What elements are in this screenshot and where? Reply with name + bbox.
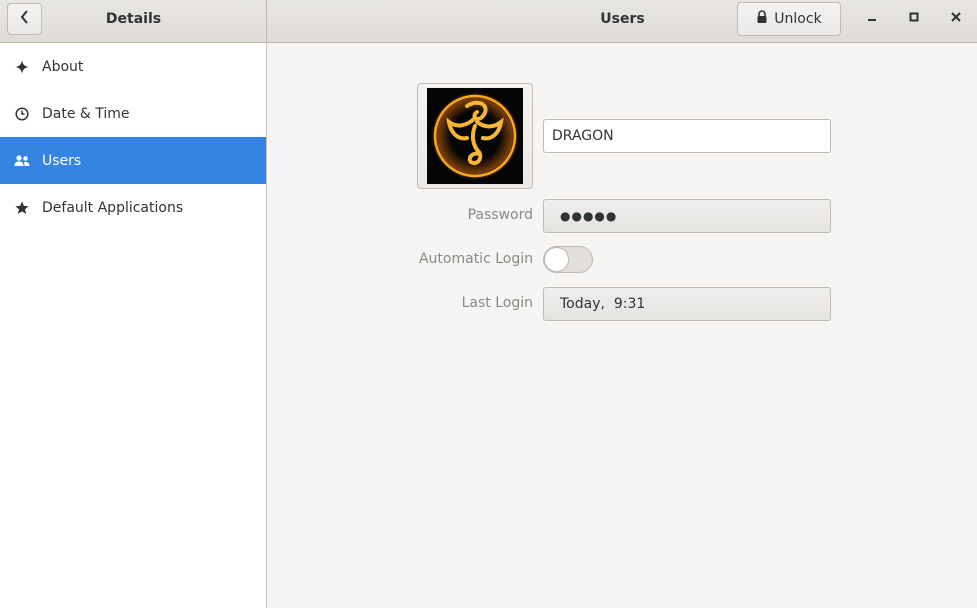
- avatar: [427, 88, 523, 184]
- close-icon: [950, 11, 962, 27]
- last-login-button[interactable]: Today, 9:31: [543, 287, 831, 321]
- dragon-emblem-icon: [427, 88, 523, 184]
- header-bar: Details Users Unlock: [0, 0, 977, 43]
- sidebar-item-date-time[interactable]: Date & Time: [0, 90, 266, 137]
- minimize-button[interactable]: [859, 6, 885, 32]
- last-login-value: Today, 9:31: [560, 296, 646, 312]
- sidebar-item-label: Default Applications: [42, 199, 184, 216]
- clock-icon: [14, 106, 30, 122]
- sidebar-item-about[interactable]: About: [0, 43, 266, 90]
- header-left-pane: Details: [0, 0, 267, 42]
- users-panel: Password ●●●●● Automatic Login Last Logi…: [268, 43, 977, 608]
- toggle-knob: [544, 247, 569, 272]
- automatic-login-label: Automatic Login: [418, 251, 533, 267]
- maximize-button[interactable]: [901, 6, 927, 32]
- unlock-button[interactable]: Unlock: [737, 2, 841, 36]
- close-button[interactable]: [943, 6, 969, 32]
- password-dots: ●●●●●: [560, 209, 618, 223]
- avatar-button[interactable]: [417, 83, 533, 189]
- star-icon: [14, 200, 30, 216]
- chevron-left-icon: [19, 10, 31, 28]
- users-icon: [14, 153, 30, 169]
- sidebar-item-default-applications[interactable]: Default Applications: [0, 184, 266, 231]
- sidebar-item-label: About: [42, 58, 84, 75]
- password-label: Password: [467, 207, 533, 223]
- unlock-label: Unlock: [774, 11, 822, 27]
- maximize-icon: [908, 11, 920, 27]
- lock-icon: [756, 10, 768, 28]
- sidebar-item-label: Users: [42, 152, 82, 169]
- minimize-icon: [866, 11, 878, 27]
- sidebar: About Date & Time Users Default Applicat…: [0, 43, 267, 608]
- automatic-login-toggle[interactable]: [543, 246, 593, 273]
- last-login-label: Last Login: [461, 295, 533, 311]
- sidebar-item-users[interactable]: Users: [0, 137, 266, 184]
- back-button[interactable]: [7, 3, 42, 35]
- sparkle-icon: [14, 59, 30, 75]
- username-field[interactable]: [543, 119, 831, 153]
- sidebar-item-label: Date & Time: [42, 105, 130, 122]
- password-button[interactable]: ●●●●●: [543, 199, 831, 233]
